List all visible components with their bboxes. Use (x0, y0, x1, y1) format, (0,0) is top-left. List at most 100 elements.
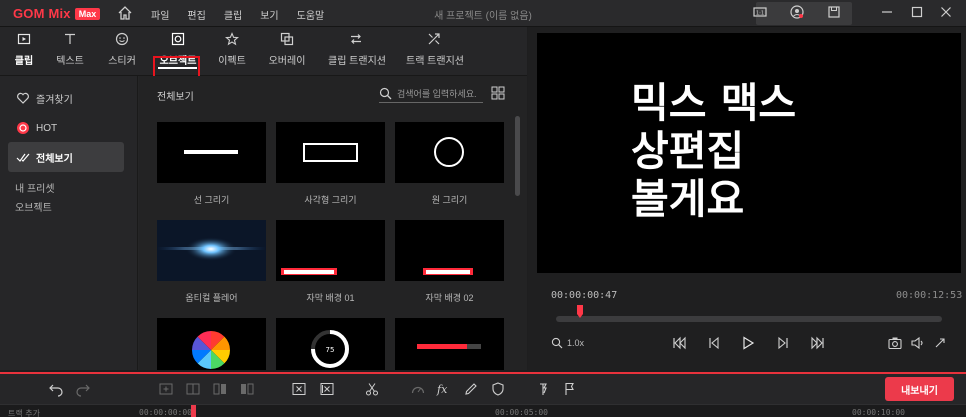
preview-line-2: 상편집 (631, 127, 745, 175)
object-item-progress-bar[interactable] (395, 318, 504, 370)
timeline-time-2: 00:00:10:00 (852, 408, 905, 417)
sidebar-item-hot[interactable]: HOT (8, 113, 124, 143)
logo-text: GOM Mix (13, 6, 71, 21)
menu-clip[interactable]: 클립 (224, 7, 242, 22)
delete-gap-icon[interactable] (319, 381, 335, 397)
maximize-icon[interactable] (910, 5, 924, 19)
tab-overlay-label: 오버레이 (268, 56, 306, 67)
progress-bar-icon (417, 344, 481, 349)
timeline-time-1: 00:00:05:00 (495, 408, 548, 417)
menu-edit[interactable]: 편집 (187, 7, 205, 22)
close-icon[interactable] (939, 5, 953, 19)
title-bar: GOM Mix Max 파일 편집 클립 보기 도움말 새 프로젝트 (이름 없… (0, 0, 966, 27)
logo-badge: Max (74, 7, 101, 20)
object-item-rectangle[interactable] (276, 122, 385, 183)
object-item-label: 자막 배경 02 (425, 293, 474, 303)
save-icon[interactable] (827, 5, 841, 19)
progress-ring-icon: 75 (311, 330, 349, 368)
object-browser: 전체보기 선 그리기 사각형 그리기 원 그리기 (139, 76, 527, 370)
color-wheel-icon (192, 331, 230, 369)
flag-icon[interactable] (562, 381, 578, 397)
delete-clip-icon[interactable] (291, 381, 307, 397)
trim-right-icon[interactable] (239, 381, 255, 397)
zoom-control[interactable]: 1.0x (551, 337, 584, 349)
grid-view-icon[interactable] (491, 86, 505, 100)
preview-line-1: 믹스 맥스 (631, 79, 797, 127)
object-item-label: 자막 배경 01 (306, 293, 355, 303)
popout-icon[interactable] (932, 335, 948, 351)
play-icon[interactable] (740, 335, 756, 351)
clip-transition-icon (349, 32, 363, 46)
object-item-color-wheel[interactable] (157, 318, 266, 370)
zoom-level: 1.0x (567, 338, 585, 348)
fx-icon[interactable]: fx (436, 381, 452, 397)
add-clip-icon[interactable] (158, 381, 174, 397)
skip-to-start-icon[interactable] (671, 335, 687, 351)
home-icon[interactable] (116, 4, 134, 22)
object-item-subtitle-bg-02[interactable] (395, 220, 504, 281)
timeline-header: 트랙 추가 00:00:00:00 00:00:05:00 00:00:10:0… (0, 404, 966, 417)
object-item-line[interactable] (157, 122, 266, 183)
object-icon (171, 32, 185, 46)
object-item-subtitle-bg-01[interactable] (276, 220, 385, 281)
pen-icon[interactable] (463, 381, 479, 397)
text-icon (63, 32, 77, 46)
export-button[interactable]: 내보내기 (885, 377, 954, 401)
account-icon[interactable] (790, 5, 804, 19)
volume-icon[interactable] (910, 335, 926, 351)
undo-icon[interactable] (48, 381, 64, 397)
scissors-icon[interactable] (364, 381, 380, 397)
speed-icon[interactable] (410, 381, 426, 397)
preview-text: 믹스 맥스 상편집 볼게요 (631, 79, 796, 223)
object-item-circle[interactable] (395, 122, 504, 183)
subtitle-bg-icon (423, 268, 473, 275)
tab-sticker[interactable]: 스티커 (106, 30, 138, 72)
next-frame-icon[interactable] (775, 335, 791, 351)
svg-text:fx: fx (436, 383, 448, 396)
skip-to-end-icon[interactable] (810, 335, 826, 351)
sidebar-sub-object[interactable]: 오브젝트 (15, 199, 52, 214)
seek-handle[interactable] (577, 305, 583, 319)
object-item-optical-flare[interactable] (157, 220, 266, 281)
tab-effect-label: 이펙트 (218, 56, 246, 67)
trim-left-icon[interactable] (212, 381, 228, 397)
video-preview[interactable]: 믹스 맥스 상편집 볼게요 (537, 33, 961, 273)
split-clip-icon[interactable] (185, 381, 201, 397)
tab-track-transition[interactable]: 트랙 트랜지션 (406, 30, 464, 72)
previous-frame-icon[interactable] (706, 335, 722, 351)
redo-icon[interactable] (75, 381, 91, 397)
tab-text-label: 텍스트 (56, 56, 84, 67)
sidebar-item-label: 즐겨찾기 (36, 94, 73, 106)
seek-bar[interactable] (556, 316, 942, 322)
tab-clip-transition-label: 클립 트랜지션 (328, 56, 386, 67)
tab-effect[interactable]: 이펙트 (217, 30, 247, 72)
object-item-label: 옵티컬 플레어 (185, 293, 238, 303)
search-icon[interactable] (379, 87, 392, 100)
content-scrollbar[interactable] (515, 116, 520, 196)
tab-overlay[interactable]: 오버레이 (268, 30, 306, 72)
tab-clip[interactable]: 클립 (12, 30, 36, 72)
minimize-icon[interactable] (880, 5, 894, 19)
line-shape-icon (184, 150, 238, 154)
snapshot-icon[interactable] (887, 335, 903, 351)
menu-file[interactable]: 파일 (151, 7, 169, 22)
search-box (379, 85, 483, 103)
marker-icon[interactable] (535, 381, 551, 397)
shield-icon[interactable] (490, 381, 506, 397)
tab-sticker-label: 스티커 (108, 56, 136, 67)
sidebar-item-all[interactable]: 전체보기 (8, 142, 124, 172)
tab-track-transition-label: 트랙 트랜지션 (406, 56, 464, 67)
menu-bar: 파일 편집 클립 보기 도움말 (151, 7, 342, 22)
search-input[interactable] (397, 88, 481, 99)
screen-ratio-icon[interactable]: 1:1 (753, 5, 767, 19)
tab-clip-transition[interactable]: 클립 트랜지션 (328, 30, 386, 72)
object-item-progress-ring[interactable]: 75 (276, 318, 385, 370)
check-all-icon (16, 150, 30, 164)
category-sidebar: 즐겨찾기 HOT 전체보기 내 프리셋 오브젝트 (0, 76, 138, 370)
menu-help[interactable]: 도움말 (297, 7, 325, 22)
tab-text[interactable]: 텍스트 (54, 30, 86, 72)
timeline-playhead[interactable] (191, 405, 196, 417)
sidebar-item-favorites[interactable]: 즐겨찾기 (8, 83, 124, 113)
sidebar-sub-presets[interactable]: 내 프리셋 (15, 180, 55, 195)
menu-view[interactable]: 보기 (260, 7, 278, 22)
